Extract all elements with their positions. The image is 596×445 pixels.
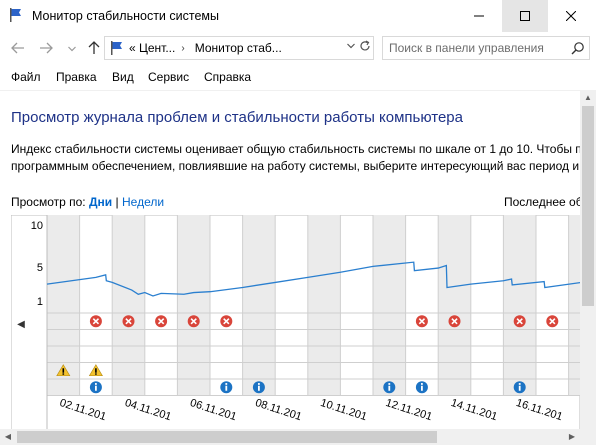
maximize-button[interactable] [502,0,548,32]
view-by: Просмотр по: Дни | Недели [11,195,164,209]
recent-locations-button[interactable] [62,39,82,59]
refresh-button[interactable] [359,40,371,55]
arrow-left-icon [11,42,24,54]
info-icon-dot [421,383,423,385]
refresh-icon [360,40,370,51]
minimize-button[interactable] [456,0,502,32]
close-button[interactable] [548,0,594,32]
horizontal-scroll-thumb[interactable] [17,431,437,443]
minimize-icon [474,15,484,17]
info-icon-bar [258,385,260,391]
address-dropdown-button[interactable] [347,41,355,51]
breadcrumb-control-panel[interactable]: « Цент... [129,41,175,55]
back-button[interactable] [8,38,28,58]
y-tick-label: 5 [37,262,43,274]
warning-icon-mark [95,368,97,373]
info-icon-dot [388,383,391,385]
chart-shaded-column [503,215,536,396]
maximize-icon [520,11,530,21]
window-title: Монитор стабильности системы [32,9,219,23]
last-updated-label: Последнее об [504,195,580,209]
breadcrumb-reliability-monitor[interactable]: Монитор стаб... [195,41,282,55]
chart-shaded-column [568,215,580,396]
view-days-link[interactable]: Дни [89,195,112,209]
chevron-down-icon [68,46,76,52]
scrollbar-corner [580,429,596,445]
info-icon-bar [225,385,228,391]
reliability-chart[interactable]: 1051◀02.11.201 04.11.201 06.11.201 08.11.20… [11,215,580,429]
forward-button[interactable] [36,38,56,58]
flag-icon [111,41,122,55]
chart-shaded-column [373,215,406,396]
warning-icon-dot [95,373,97,375]
menu-view[interactable]: Вид [112,70,134,84]
info-icon-bar [388,385,391,391]
chart-shaded-column [112,215,145,396]
info-icon-bar [421,385,423,391]
description: Индекс стабильности системы оценивает об… [11,141,580,175]
info-icon-dot [95,383,97,385]
search-box[interactable] [382,36,590,60]
address-bar[interactable]: « Цент... › Монитор стаб... [104,36,374,60]
menu-tools[interactable]: Сервис [148,70,189,84]
flag-icon [10,8,21,22]
info-icon-dot [518,383,521,385]
info-icon-dot [258,383,260,385]
view-separator: | [115,195,119,209]
content-area: Просмотр журнала проблем и стабильности … [0,90,580,429]
title-bar: Монитор стабильности системы [0,0,596,32]
search-icon [571,42,584,55]
info-icon-dot [225,383,228,385]
menu-edit[interactable]: Правка [56,70,97,84]
chart-shaded-column [438,215,471,396]
arrow-right-icon [40,42,53,54]
y-tick-label: 1 [37,296,43,308]
address-row: « Цент... › Монитор стаб... [0,32,596,64]
breadcrumb-separator[interactable]: › [181,43,184,54]
menu-bar: Файл Правка Вид Сервис Справка [0,64,596,90]
view-weeks-link[interactable]: Недели [122,195,164,209]
warning-icon-mark [62,368,65,373]
chart-scroll-left-arrow[interactable]: ◀ [17,319,25,330]
chevron-down-icon [347,43,355,49]
description-line-1: Индекс стабильности системы оценивает об… [11,142,580,156]
chart-shaded-column [242,215,276,396]
y-tick-label: 10 [31,220,43,232]
scroll-right-arrow[interactable]: ▶ [564,429,580,445]
chart-shaded-column [177,215,210,396]
up-button[interactable] [84,38,104,58]
arrow-up-icon [88,41,100,54]
scroll-left-arrow[interactable]: ◀ [0,429,16,445]
vertical-scrollbar[interactable]: ▲ [580,90,596,429]
chart-shaded-column [307,215,341,396]
close-icon [566,11,576,21]
page-heading: Просмотр журнала проблем и стабильности … [11,109,463,126]
horizontal-scrollbar[interactable]: ◀ ▶ [0,429,580,445]
info-icon-bar [95,385,97,391]
menu-file[interactable]: Файл [11,70,41,84]
vertical-scroll-thumb[interactable] [582,106,594,306]
search-input[interactable] [389,41,559,55]
description-line-2: программным обеспечением, повлиявшие на … [11,159,580,173]
warning-icon-dot [62,373,65,375]
menu-help[interactable]: Справка [204,70,251,84]
view-by-label: Просмотр по: [11,195,86,209]
scroll-up-arrow[interactable]: ▲ [580,90,596,106]
info-icon-bar [518,385,521,391]
